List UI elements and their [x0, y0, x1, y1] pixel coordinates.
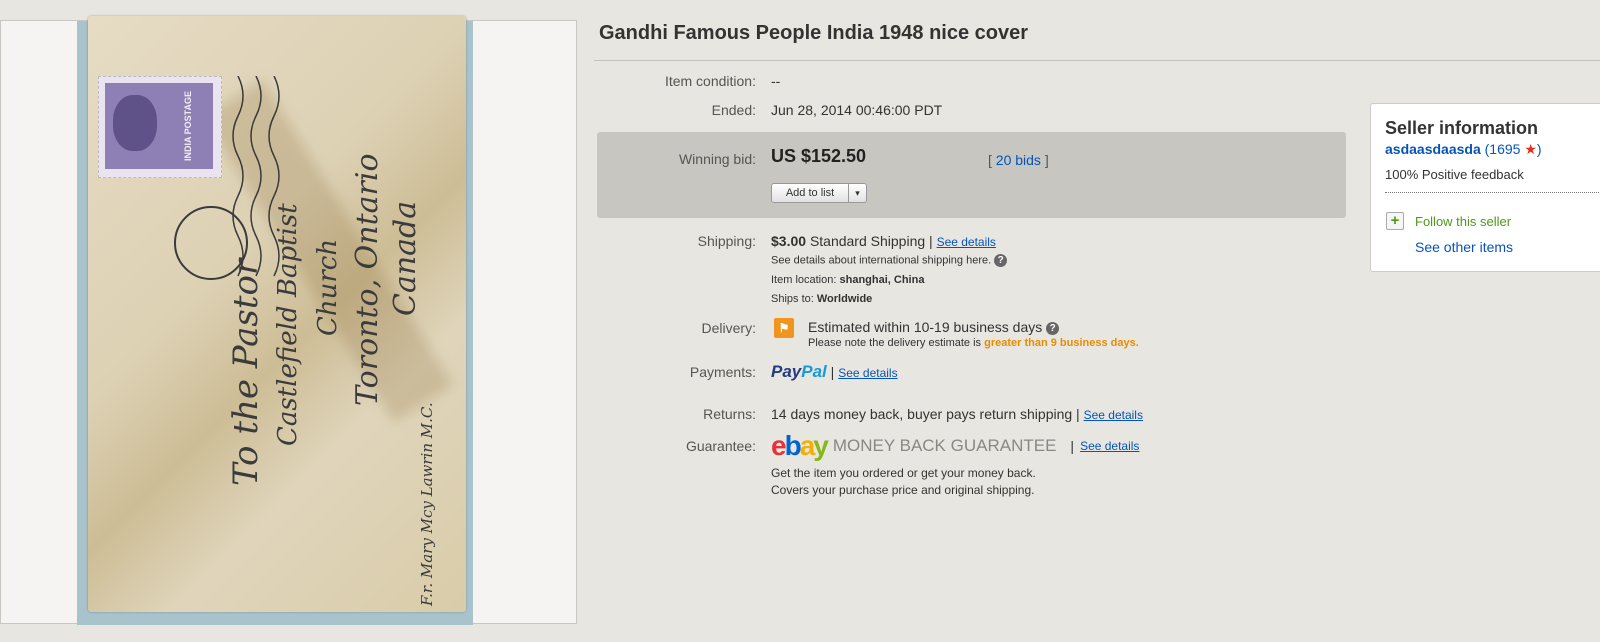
ships-to-value: Worldwide — [816, 293, 873, 305]
bids-open-bracket: [ — [988, 152, 992, 168]
guarantee-line-1: Get the item you ordered or get your mon… — [771, 466, 1036, 480]
ships-to-label: Ships to: — [771, 293, 814, 305]
item-photo-envelope[interactable]: INDIA POSTAGE To the Pastor Castlefield … — [88, 16, 466, 612]
postage-stamp: INDIA POSTAGE — [98, 76, 222, 178]
plus-icon[interactable]: + — [1386, 212, 1404, 230]
delivery-label: Delivery: — [701, 320, 756, 336]
winning-bid-price: US $152.50 — [771, 146, 867, 166]
seller-feedback-score[interactable]: 1695 — [1489, 141, 1520, 157]
item-location-value: shanghai, China — [839, 274, 925, 286]
seller-name-line: asdaasdaasda (1695 ★) — [1385, 141, 1542, 157]
shipping-see-details-link[interactable]: See details — [937, 235, 996, 249]
seller-divider — [1385, 192, 1600, 193]
guarantee-line-2: Covers your purchase price and original … — [771, 483, 1035, 497]
delivery-note-text: Please note the delivery estimate is — [808, 337, 985, 349]
delivery-note-highlight: greater than 9 business days. — [984, 337, 1139, 349]
payments-separator: | — [830, 364, 835, 380]
payments-line: PayPal | See details — [771, 362, 898, 382]
returns-see-details-link[interactable]: See details — [1084, 408, 1143, 422]
address-line-3: Church — [313, 238, 343, 336]
sender-line: F.r. Mary Mcy Lawrin M.C. — [418, 402, 436, 606]
item-condition-label: Item condition: — [664, 73, 756, 89]
seller-positive-feedback: 100% Positive feedback — [1385, 167, 1524, 182]
help-icon[interactable]: ? — [1046, 321, 1060, 335]
shipping-method: Standard Shipping | — [809, 233, 933, 249]
guarantee-separator: | — [1070, 438, 1075, 454]
seller-name-link[interactable]: asdaasdaasda — [1385, 141, 1481, 157]
item-condition-value: -- — [771, 73, 781, 89]
guarantee-label: Guarantee: — [685, 438, 756, 454]
item-location-label: Item location: — [771, 274, 837, 286]
winning-bid-label: Winning bid: — [678, 151, 756, 167]
ships-to: Ships to: Worldwide — [771, 293, 872, 305]
bid-history-link[interactable]: 20 bids — [996, 152, 1041, 168]
add-to-list-control[interactable]: Add to list ▾ — [771, 183, 867, 203]
returns-value: 14 days money back, buyer pays return sh… — [771, 406, 1080, 422]
see-other-items-link[interactable]: See other items — [1415, 239, 1513, 255]
intl-shipping-note: See details about international shipping… — [771, 254, 1008, 267]
help-icon[interactable]: ? — [994, 254, 1008, 267]
listing-title: Gandhi Famous People India 1948 nice cov… — [599, 22, 1029, 44]
guarantee-see-details-link[interactable]: See details — [1080, 439, 1139, 453]
intl-shipping-link[interactable]: See details about international shipping… — [771, 254, 991, 266]
shipping-price: $3.00 — [771, 233, 807, 249]
stamp-label: INDIA POSTAGE — [183, 91, 193, 162]
bid-count: [ 20 bids ] — [988, 152, 1049, 168]
delivery-note: Please note the delivery estimate is gre… — [808, 337, 1139, 349]
title-divider — [594, 60, 1600, 61]
shipping-label: Shipping: — [697, 233, 756, 249]
ended-value: Jun 28, 2014 00:46:00 PDT — [771, 102, 943, 118]
ebay-logo: ebay — [771, 430, 829, 461]
seller-info-box: Seller information asdaasdaasda (1695 ★)… — [1370, 103, 1600, 272]
winning-bid-box — [597, 132, 1346, 218]
returns-line: 14 days money back, buyer pays return sh… — [771, 406, 1143, 422]
address-line-2: Castlefield Baptist — [273, 203, 303, 446]
payments-label: Payments: — [689, 364, 756, 380]
seller-info-title: Seller information — [1385, 118, 1539, 138]
bids-close-bracket: ] — [1044, 152, 1049, 168]
address-line-5: Canada — [388, 200, 423, 316]
delivery-estimate-text: Estimated within 10-19 business days — [808, 319, 1043, 335]
payments-see-details-link[interactable]: See details — [838, 366, 897, 380]
gandhi-portrait — [113, 95, 157, 151]
address-line-4: Toronto, Ontario — [350, 153, 385, 406]
ended-label: Ended: — [711, 102, 756, 118]
add-to-list-button[interactable]: Add to list — [771, 183, 849, 203]
item-location: Item location: shanghai, China — [771, 274, 924, 286]
address-line-1: To the Pastor — [226, 258, 266, 486]
star-icon: ★ — [1524, 141, 1537, 157]
delivery-estimate: Estimated within 10-19 business days ? — [808, 319, 1060, 335]
shipping-line: $3.00 Standard Shipping | See details — [771, 233, 996, 249]
chevron-down-icon[interactable]: ▾ — [849, 183, 867, 203]
flag-icon: ⚑ — [774, 318, 794, 338]
follow-seller-link[interactable]: Follow this seller — [1415, 214, 1511, 229]
returns-label: Returns: — [703, 406, 756, 422]
paypal-logo: PayPal — [771, 362, 827, 381]
guarantee-line: ebay MONEY BACK GUARANTEE | See details — [771, 430, 1139, 462]
money-back-guarantee-text: MONEY BACK GUARANTEE — [832, 436, 1057, 455]
